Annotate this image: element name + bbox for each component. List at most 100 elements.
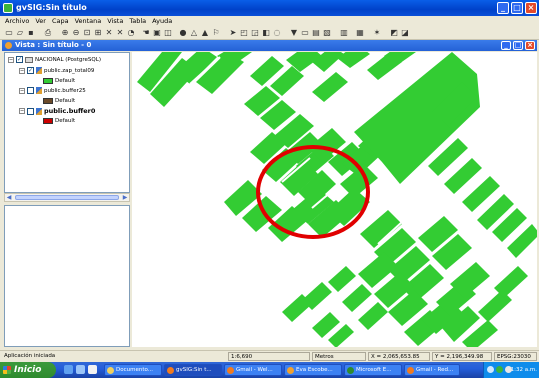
layer-name: public.buffer0 bbox=[44, 107, 96, 115]
scroll-right-icon[interactable]: ▶ bbox=[121, 194, 129, 201]
gvsig-app-icon bbox=[3, 3, 13, 13]
save-icon[interactable]: ▪ bbox=[26, 28, 36, 38]
new-file-icon[interactable]: ▭ bbox=[4, 28, 14, 38]
layout-icon[interactable]: ▥ bbox=[339, 28, 349, 38]
scroll-left-icon[interactable]: ◀ bbox=[5, 194, 13, 201]
menu-ayuda[interactable]: Ayuda bbox=[152, 16, 172, 26]
map-svg bbox=[137, 52, 537, 347]
legend-label: Default bbox=[55, 78, 76, 84]
zoom-in-icon[interactable]: ⊕ bbox=[60, 28, 70, 38]
view-close-icon[interactable]: × bbox=[525, 41, 535, 50]
toc-layer[interactable]: − ✓ public.zap_total09 bbox=[19, 67, 94, 74]
minimize-icon[interactable]: _ bbox=[497, 2, 509, 14]
zoom-previous-icon[interactable]: ✕ bbox=[115, 28, 125, 38]
legend-label: Default bbox=[55, 98, 76, 104]
maximize-icon[interactable]: □ bbox=[511, 2, 523, 14]
menu-archivo[interactable]: Archivo bbox=[5, 16, 29, 26]
task-label: Gmail - Wel... bbox=[236, 367, 273, 373]
magnifier-icon[interactable]: ◔ bbox=[126, 28, 136, 38]
menu-ver[interactable]: Ver bbox=[35, 16, 46, 26]
select-polygon-icon[interactable]: ◲ bbox=[250, 28, 260, 38]
toc-layer[interactable]: − public.buffer25 bbox=[19, 87, 86, 94]
view-title: Vista : Sin título - 0 bbox=[15, 41, 92, 49]
filter-icon[interactable]: ▼ bbox=[289, 28, 299, 38]
open-folder-icon[interactable]: ▱ bbox=[15, 28, 25, 38]
zoom-extent-icon[interactable]: ⊡ bbox=[82, 28, 92, 38]
collapse-icon[interactable]: − bbox=[19, 87, 25, 94]
desktop-icon[interactable] bbox=[76, 365, 85, 374]
view-window-title-bar: Vista : Sin título - 0 _ □ × bbox=[2, 40, 537, 51]
layer-checkbox[interactable]: ✓ bbox=[27, 67, 34, 74]
volume-icon[interactable] bbox=[505, 366, 512, 373]
start-button[interactable]: Inicio bbox=[0, 362, 56, 378]
layer-icon bbox=[36, 87, 42, 94]
table-of-contents: − ✓ NACIONAL (PostgreSQL) − ✓ public.zap… bbox=[4, 52, 130, 193]
media-icon[interactable] bbox=[88, 365, 97, 374]
task-microsoft-e[interactable]: Microsoft E... bbox=[344, 364, 402, 376]
group-checkbox[interactable]: ✓ bbox=[16, 56, 23, 63]
measure-area-icon[interactable]: ▲ bbox=[200, 28, 210, 38]
antivirus-icon[interactable] bbox=[496, 366, 503, 373]
scroll-thumb[interactable] bbox=[15, 195, 119, 200]
legend-swatch bbox=[43, 118, 53, 124]
menu-ventana[interactable]: Ventana bbox=[75, 16, 102, 26]
toc-layer[interactable]: − public.buffer0 bbox=[19, 107, 95, 115]
rectangle-select-icon[interactable]: ▭ bbox=[300, 28, 310, 38]
info-icon[interactable]: ● bbox=[178, 28, 188, 38]
status-bar: Aplicación iniciada 1:6,690 Metros X = 2… bbox=[0, 350, 539, 361]
collapse-icon[interactable]: − bbox=[19, 108, 25, 114]
legend-swatch bbox=[43, 98, 53, 104]
collapse-icon[interactable]: − bbox=[19, 67, 25, 74]
layer-checkbox[interactable] bbox=[27, 107, 34, 115]
units-select[interactable]: Metros bbox=[312, 352, 366, 361]
add-layer-icon[interactable]: ◩ bbox=[389, 28, 399, 38]
task-gmail-wel[interactable]: Gmail - Wel... bbox=[224, 364, 282, 376]
ie-icon[interactable] bbox=[64, 365, 73, 374]
select-rectangle-icon[interactable]: ◰ bbox=[239, 28, 249, 38]
table-icon[interactable]: ▤ bbox=[311, 28, 321, 38]
toc-group[interactable]: − ✓ NACIONAL (PostgreSQL) bbox=[8, 56, 101, 63]
app-title-bar: gvSIG:Sin título _ □ × bbox=[0, 0, 539, 16]
gvsig-icon bbox=[167, 367, 174, 374]
zoom-out-icon[interactable]: ⊖ bbox=[71, 28, 81, 38]
properties-icon[interactable]: ▦ bbox=[355, 28, 365, 38]
task-gvsig[interactable]: gvSIG:Sin t... bbox=[164, 364, 222, 376]
remove-layer-icon[interactable]: ◪ bbox=[400, 28, 410, 38]
task-label: Eva Escobe... bbox=[296, 367, 333, 373]
scale-field[interactable]: 1:6,690 bbox=[228, 352, 310, 361]
hyperlink-icon[interactable]: ⚐ bbox=[211, 28, 221, 38]
network-icon[interactable] bbox=[487, 366, 494, 373]
task-gmail-red[interactable]: Gmail - Red... bbox=[404, 364, 460, 376]
graphic-icon[interactable]: ▧ bbox=[322, 28, 332, 38]
map-canvas[interactable] bbox=[132, 52, 537, 347]
start-label: Inicio bbox=[14, 365, 42, 375]
toc-horizontal-scrollbar[interactable]: ◀ ▶ bbox=[4, 193, 130, 202]
measure-distance-icon[interactable]: △ bbox=[189, 28, 199, 38]
menu-capa[interactable]: Capa bbox=[52, 16, 69, 26]
locator-icon[interactable]: ◫ bbox=[163, 28, 173, 38]
zoom-select-icon[interactable]: ✕ bbox=[104, 28, 114, 38]
pan-hand-icon[interactable]: ☚ bbox=[141, 28, 151, 38]
menu-tabla[interactable]: Tabla bbox=[129, 16, 146, 26]
zoom-layer-icon[interactable]: ⊞ bbox=[93, 28, 103, 38]
excel-icon bbox=[347, 367, 354, 374]
firefox-icon bbox=[227, 367, 234, 374]
task-label: gvSIG:Sin t... bbox=[176, 367, 212, 373]
task-eva-escobe[interactable]: Eva Escobe... bbox=[284, 364, 342, 376]
windows-logo-icon bbox=[3, 366, 11, 374]
view-maximize-icon[interactable]: □ bbox=[513, 41, 523, 50]
menu-vista[interactable]: Vista bbox=[107, 16, 123, 26]
layer-checkbox[interactable] bbox=[27, 87, 34, 94]
task-documento[interactable]: Documento... bbox=[104, 364, 162, 376]
collapse-icon[interactable]: − bbox=[8, 56, 14, 63]
overview-map[interactable] bbox=[4, 205, 130, 347]
print-icon[interactable]: ⎙ bbox=[43, 28, 53, 38]
invert-selection-icon[interactable]: ◧ bbox=[261, 28, 271, 38]
view-minimize-icon[interactable]: _ bbox=[501, 41, 511, 50]
close-icon[interactable]: × bbox=[525, 2, 537, 14]
wand-icon[interactable]: ✶ bbox=[372, 28, 382, 38]
clear-selection-icon[interactable]: ◌ bbox=[272, 28, 282, 38]
zoom-box-icon[interactable]: ▣ bbox=[152, 28, 162, 38]
task-label: Gmail - Red... bbox=[416, 367, 454, 373]
select-pointer-icon[interactable]: ➤ bbox=[228, 28, 238, 38]
